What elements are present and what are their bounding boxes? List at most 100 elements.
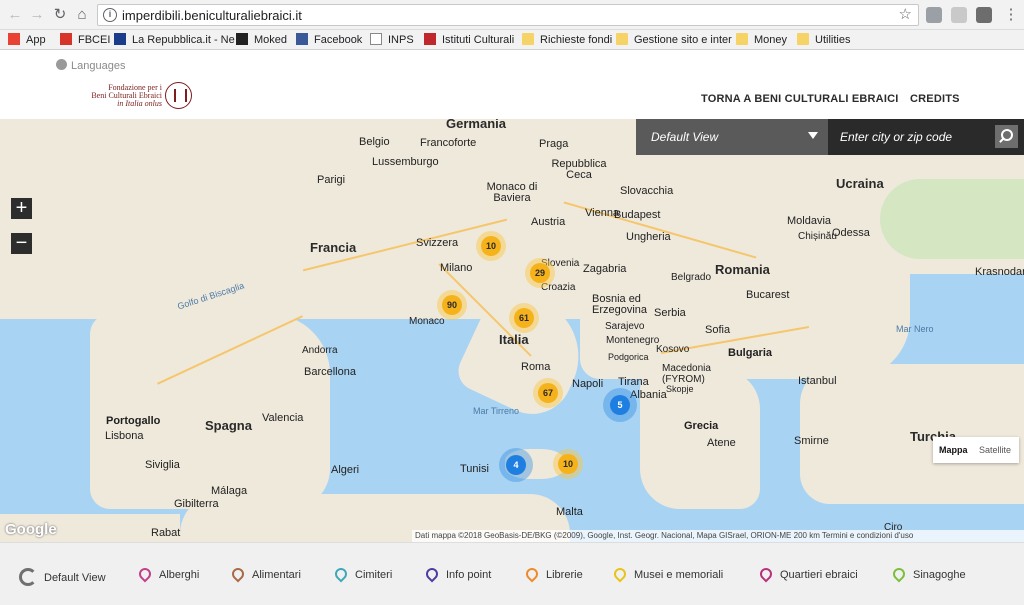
map-label-city: Barcellona <box>304 366 356 378</box>
marker-cluster[interactable]: 5 <box>603 388 637 422</box>
land-russia <box>880 179 1024 259</box>
map-label-kosovo: Kosovo <box>656 344 690 355</box>
marker-cluster[interactable]: 90 <box>437 290 467 320</box>
menorah-seal-icon <box>165 82 192 109</box>
view-select[interactable]: Default View <box>636 119 828 155</box>
map-label-bulgaria: Bulgaria <box>728 347 773 359</box>
map-label-ucraina: Ucraina <box>836 176 884 191</box>
map-label-city: Tirana <box>618 376 649 388</box>
legend-alimentari[interactable]: Alimentari <box>229 565 301 583</box>
map-label-city: Sofia <box>705 324 731 336</box>
category-legend: Default View Alberghi Alimentari Cimiter… <box>0 542 1024 605</box>
site-info-icon[interactable]: i <box>103 8 117 22</box>
map-label-germania: Germania <box>446 119 506 131</box>
bookmark-repubblica[interactable]: La Repubblica.it - Ne <box>114 32 235 48</box>
globe-icon <box>56 59 67 70</box>
map-label-city: Francoforte <box>420 137 477 149</box>
menu-kebab-icon[interactable]: ⋮ <box>1002 6 1020 24</box>
bookmark-folder-richieste[interactable]: Richieste fondi <box>522 32 612 48</box>
legend-default-view[interactable]: Default View <box>19 568 106 586</box>
google-logo[interactable]: Google <box>5 521 57 538</box>
city-search <box>828 119 1024 155</box>
map-label-sea: Mar Nero <box>896 324 934 334</box>
bookmark-fbcei[interactable]: FBCEI <box>60 32 110 48</box>
bookmark-apps[interactable]: App <box>8 32 46 48</box>
map-label-city: Odessa <box>832 227 870 239</box>
legend-sinagoghe[interactable]: Sinagoghe <box>890 565 966 583</box>
map-type-control: Mappa Satellite <box>933 437 1019 463</box>
search-icon[interactable] <box>995 125 1018 148</box>
map-label-city: Podgorica <box>608 352 649 362</box>
bookstore-pin-icon <box>523 565 541 583</box>
istituti-favicon-icon <box>424 33 436 45</box>
map-attribution: Dati mappa ©2018 GeoBasis-DE/BKG (©2009)… <box>412 530 1024 542</box>
legend-librerie[interactable]: Librerie <box>523 565 583 583</box>
foundation-logo[interactable]: Fondazione per i Beni Culturali Ebraici … <box>86 82 192 112</box>
zoom-in-button[interactable]: + <box>11 198 32 219</box>
marker-cluster[interactable]: 29 <box>525 258 555 288</box>
legend-quartieri[interactable]: Quartieri ebraici <box>757 565 858 583</box>
view-select-value: Default View <box>651 130 719 144</box>
extension-pdf-icon[interactable] <box>951 7 967 23</box>
marker-cluster[interactable]: 10 <box>553 449 583 479</box>
bookmark-folder-utilities[interactable]: Utilities <box>797 32 850 48</box>
home-icon[interactable]: ⌂ <box>73 6 91 24</box>
map-label-city: Belgrado <box>671 272 712 283</box>
folder-icon <box>736 33 748 45</box>
bookmark-star-icon[interactable]: ☆ <box>899 5 912 23</box>
map-label-city: Tunisi <box>460 463 489 475</box>
reset-view-icon <box>19 568 37 586</box>
bookmark-folder-money[interactable]: Money <box>736 32 787 48</box>
legend-musei[interactable]: Musei e memoriali <box>611 565 723 583</box>
marker-cluster[interactable]: 10 <box>476 231 506 261</box>
bookmark-folder-gestione[interactable]: Gestione sito e inter <box>616 32 732 48</box>
url-text[interactable]: imperdibili.beniculturaliebraici.it <box>122 8 302 23</box>
marker-cluster[interactable]: 67 <box>533 378 563 408</box>
languages-menu[interactable]: Languages <box>56 59 125 72</box>
bookmark-moked[interactable]: Moked <box>236 32 287 48</box>
marker-cluster[interactable]: 4 <box>499 448 533 482</box>
fbcei-favicon-icon <box>60 33 72 45</box>
map-label-slovacchia: Slovacchia <box>620 185 674 197</box>
map-type-map-button[interactable]: Mappa <box>939 445 968 455</box>
extension-cloud-icon[interactable] <box>926 7 942 23</box>
map-label-city: Istanbul <box>798 375 837 387</box>
legend-cimiteri[interactable]: Cimiteri <box>332 565 392 583</box>
map-label-repubblica-ceca: Repubblica Ceca <box>551 158 607 181</box>
map-canvas[interactable]: Germania Francia Italia Spagna Portogall… <box>0 119 1024 542</box>
address-bar[interactable]: i imperdibili.beniculturaliebraici.it ☆ <box>97 4 919 26</box>
map-label-spagna: Spagna <box>205 418 252 433</box>
map-label-city: Skopje <box>666 384 694 394</box>
hotel-pin-icon <box>136 565 154 583</box>
map-label-city: Smirne <box>794 435 829 447</box>
legend-alberghi[interactable]: Alberghi <box>136 565 199 583</box>
apps-grid-icon <box>8 33 20 45</box>
extension-puzzle-icon[interactable] <box>976 7 992 23</box>
legend-info-point[interactable]: Info point <box>423 565 491 583</box>
museum-pin-icon <box>611 565 629 583</box>
nav-credits-link[interactable]: CREDITS <box>910 93 960 105</box>
city-search-input[interactable] <box>828 119 994 155</box>
bookmark-inps[interactable]: INPS <box>370 32 414 48</box>
bookmark-facebook[interactable]: Facebook <box>296 32 362 48</box>
forward-icon[interactable]: → <box>28 6 46 24</box>
quarter-pin-icon <box>757 565 775 583</box>
zoom-out-button[interactable]: − <box>11 233 32 254</box>
map-label-city: Siviglia <box>145 459 180 471</box>
reload-icon[interactable]: ↻ <box>51 6 69 24</box>
map-label-city: Budapest <box>614 209 661 221</box>
back-icon[interactable]: ← <box>6 6 24 24</box>
map-label-grecia: Grecia <box>684 420 719 432</box>
marker-cluster[interactable]: 61 <box>509 303 539 333</box>
nav-torna-link[interactable]: TORNA A BENI CULTURALI EBRAICI <box>701 93 898 105</box>
folder-icon <box>522 33 534 45</box>
map-label-romania: Romania <box>715 262 770 277</box>
map-type-satellite-button[interactable]: Satellite <box>979 445 1011 455</box>
map-label-city: Krasnodar <box>975 266 1024 278</box>
map-label-city: Sarajevo <box>605 321 645 332</box>
map-label-city: Parigi <box>317 174 346 186</box>
map-label-montenegro: Montenegro <box>606 335 660 346</box>
bookmark-istituti[interactable]: Istituti Culturali <box>424 32 514 48</box>
map-label-city: Roma <box>521 361 551 373</box>
synagogue-pin-icon <box>890 565 908 583</box>
